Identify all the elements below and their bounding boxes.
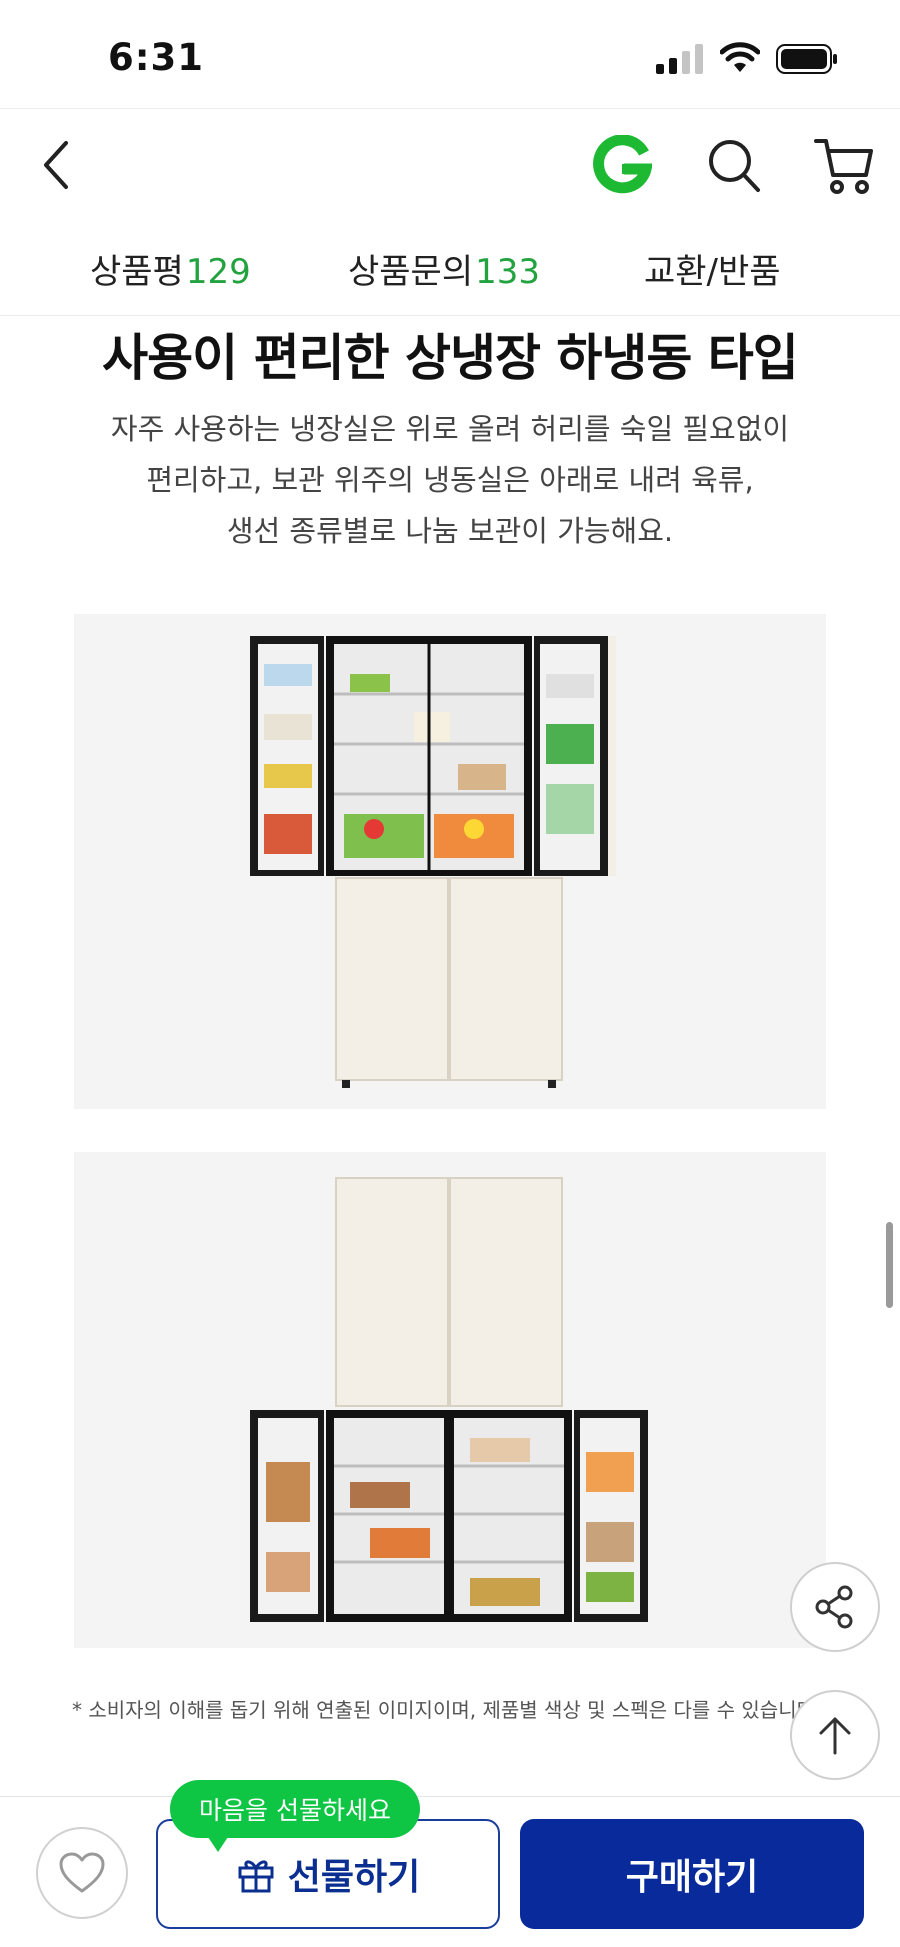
heart-icon [59, 1852, 105, 1893]
product-image-top-open [74, 614, 826, 1109]
app-header [0, 108, 900, 220]
tab-qna-count: 133 [475, 252, 541, 292]
bottom-action-bar: 선물하기 구매하기 [0, 1796, 900, 1947]
tab-reviews[interactable]: 상품평129 [90, 244, 251, 293]
section-description: 자주 사용하는 냉장실은 위로 올려 허리를 숙일 필요없이 편리하고, 보관 … [0, 404, 900, 557]
back-icon[interactable] [30, 135, 86, 195]
wifi-icon [720, 42, 760, 72]
buy-button[interactable]: 구매하기 [520, 1819, 864, 1929]
wishlist-button[interactable] [36, 1827, 128, 1919]
tab-returns-label: 교환/반품 [644, 252, 781, 292]
image-disclaimer: * 소비자의 이해를 돕기 위해 연출된 이미지이며, 제품별 색상 및 스펙은… [72, 1698, 822, 1722]
share-icon [815, 1585, 853, 1629]
g-logo-icon[interactable] [592, 135, 652, 197]
description-line: 편리하고, 보관 위주의 냉동실은 아래로 내려 육류, [146, 463, 754, 497]
status-time: 6:31 [108, 36, 205, 79]
signal-icon [656, 44, 703, 74]
scrollbar-thumb[interactable] [886, 1222, 893, 1308]
tab-returns[interactable]: 교환/반품 [644, 244, 781, 293]
gift-button-label: 선물하기 [287, 1857, 421, 1898]
buy-button-label: 구매하기 [625, 1857, 759, 1898]
fridge-top-open-illustration [250, 636, 616, 1088]
gift-tooltip-tail [206, 1834, 230, 1852]
fridge-bottom-open-illustration [250, 1177, 648, 1622]
description-line: 생선 종류별로 나눔 보관이 가능해요. [226, 514, 674, 548]
section-heading: 사용이 편리한 상냉장 하냉동 타입 [102, 329, 799, 387]
search-icon[interactable] [706, 137, 762, 195]
product-image-bottom-open [74, 1152, 826, 1648]
scroll-to-top-button[interactable] [790, 1690, 880, 1780]
battery-icon [776, 44, 837, 74]
tab-qna-label: 상품문의 [348, 252, 474, 292]
tab-reviews-label: 상품평 [90, 252, 184, 292]
tab-reviews-count: 129 [185, 252, 251, 292]
cart-icon[interactable] [814, 135, 874, 197]
tab-qna[interactable]: 상품문의133 [348, 244, 540, 293]
gift-tooltip: 마음을 선물하세요 [170, 1780, 420, 1838]
share-button[interactable] [790, 1562, 880, 1652]
status-bar: 6:31 [0, 0, 900, 108]
arrow-up-icon [819, 1717, 851, 1755]
product-tabs: 상품평129 상품문의133 교환/반품 [0, 220, 900, 316]
gift-icon [238, 1860, 274, 1893]
description-line: 자주 사용하는 냉장실은 위로 올려 허리를 숙일 필요없이 [110, 412, 790, 446]
